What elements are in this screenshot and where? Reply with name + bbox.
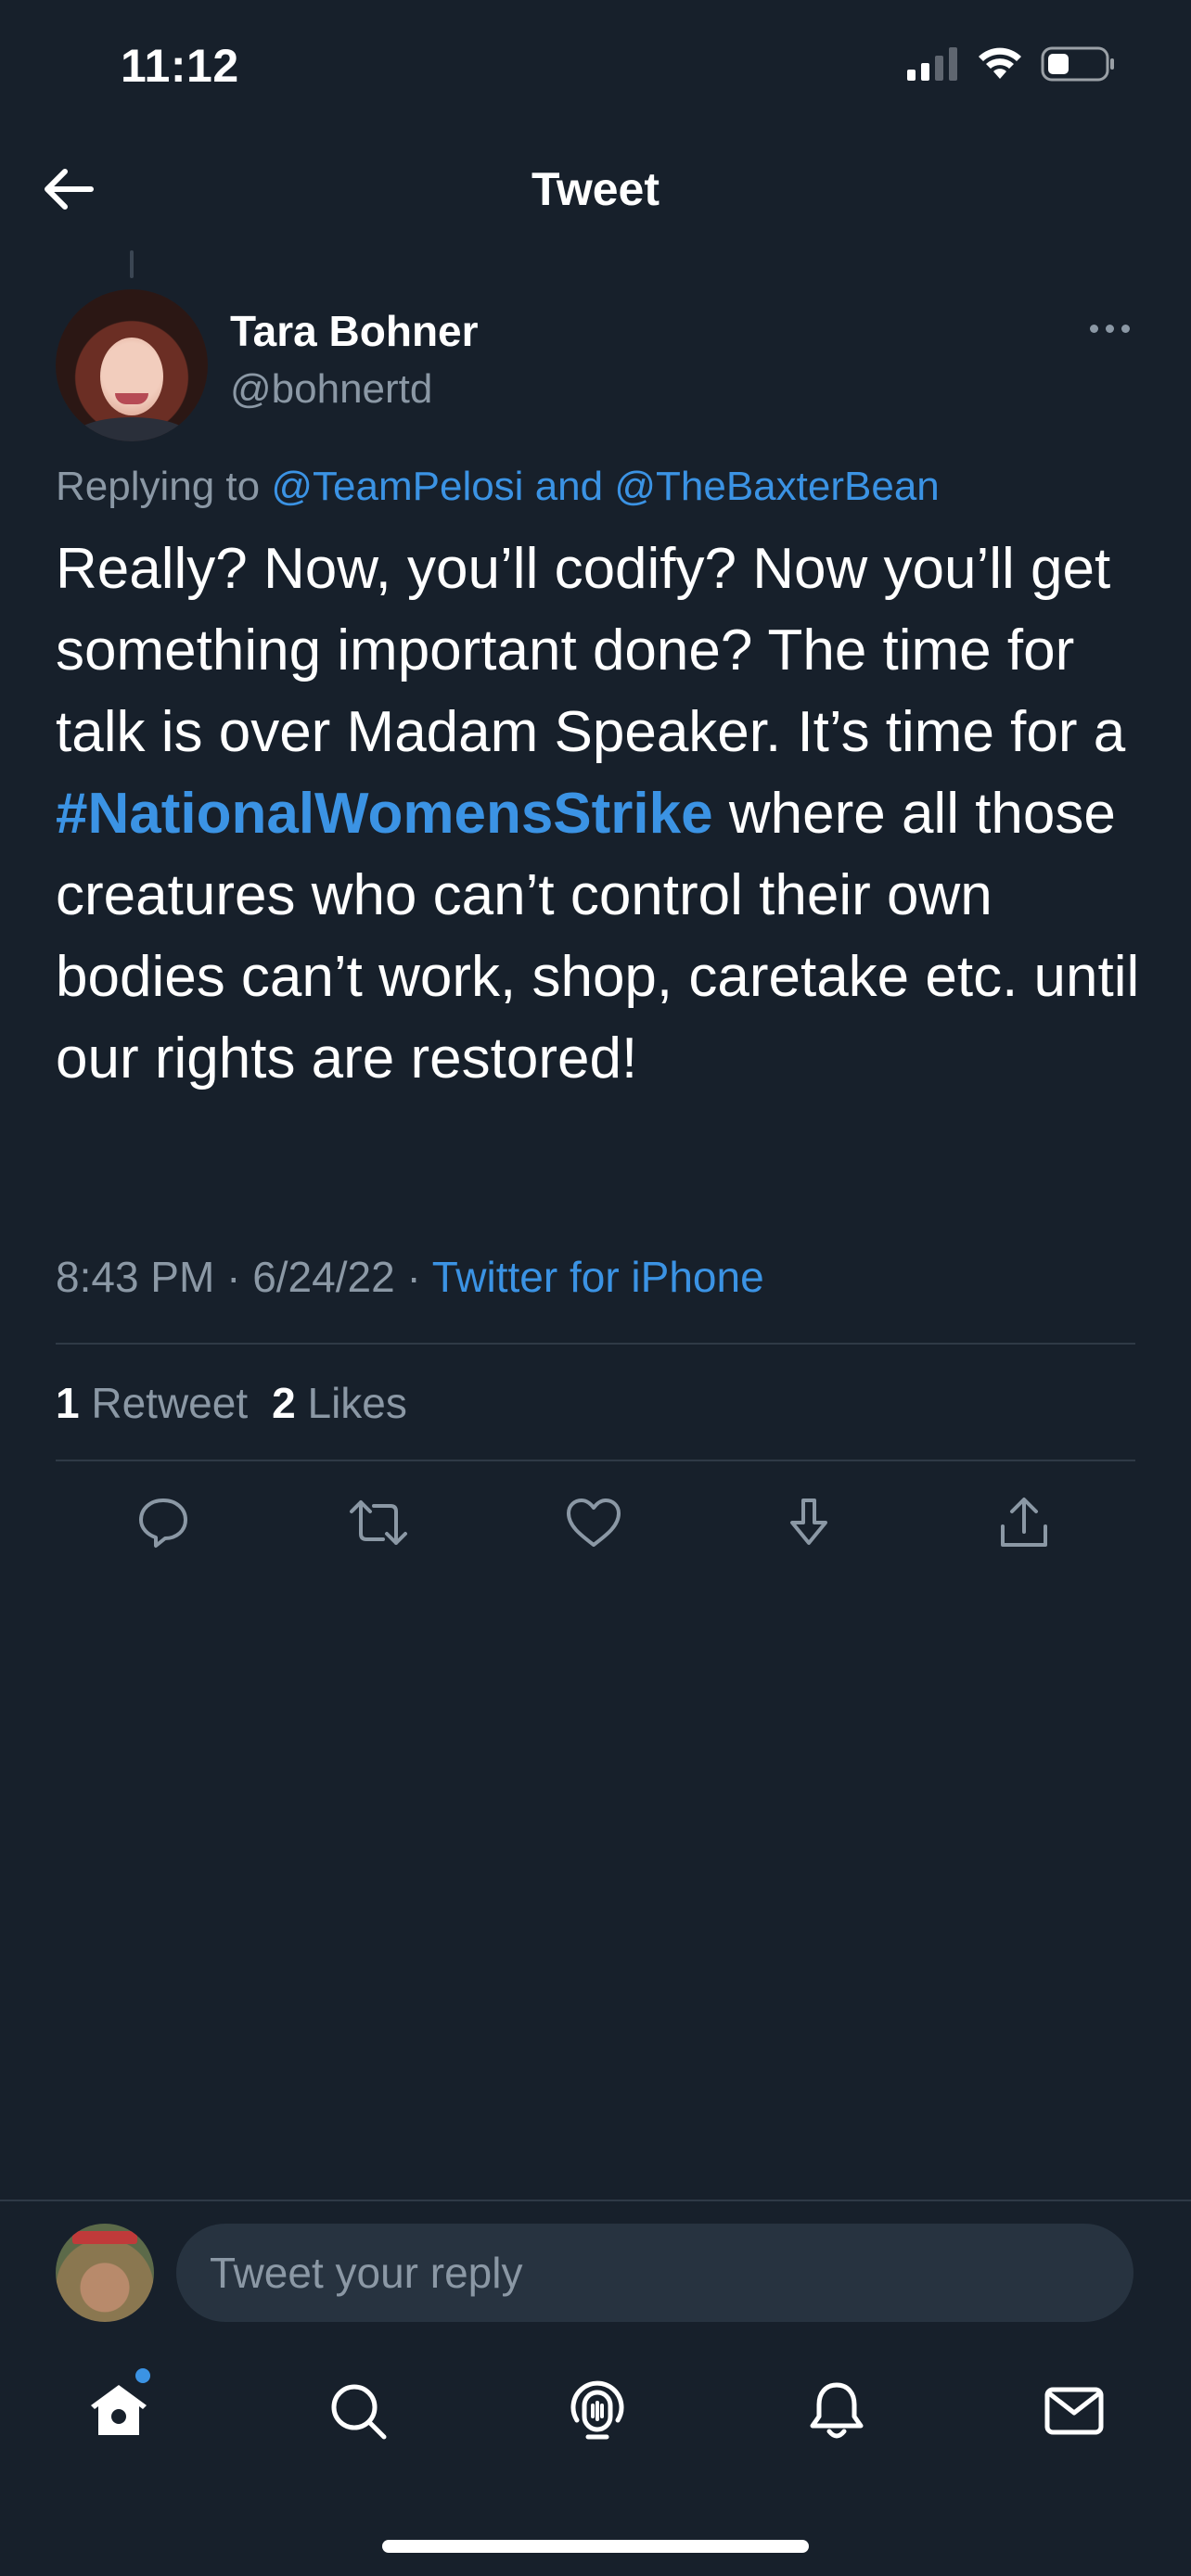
- bookmark-button[interactable]: [772, 1486, 846, 1560]
- retweet-icon: [350, 1500, 407, 1545]
- more-dot-icon: [1090, 325, 1098, 333]
- page-title: Tweet: [531, 163, 660, 215]
- replying-joiner: and: [523, 464, 615, 509]
- tab-search[interactable]: [321, 2374, 395, 2448]
- replying-to-link-teampelosi[interactable]: @TeamPelosi: [271, 464, 523, 509]
- likes-stat[interactable]: 2 Likes: [272, 1379, 407, 1427]
- retweets-label: Retweet: [79, 1379, 249, 1427]
- more-options-button[interactable]: [1090, 325, 1130, 333]
- messages-icon: [1044, 2387, 1104, 2435]
- thread-connector-line: [130, 250, 134, 278]
- notifications-icon: [810, 2382, 864, 2439]
- avatar-banner: [72, 2231, 137, 2244]
- tweet-source-link[interactable]: Twitter for iPhone: [432, 1253, 764, 1301]
- home-indicator: [382, 2540, 809, 2553]
- home-notification-dot: [135, 2368, 150, 2383]
- share-button[interactable]: [987, 1486, 1061, 1560]
- avatar-shirt: [74, 417, 189, 441]
- tweet-meta: 8:43 PM · 6/24/22 · Twitter for iPhone: [56, 1252, 764, 1302]
- hashtag-link[interactable]: #NationalWomensStrike: [56, 782, 713, 846]
- tweet-stats: 1 Retweet 2 Likes: [56, 1378, 407, 1428]
- cellular-signal-icon: [907, 47, 957, 81]
- retweets-stat[interactable]: 1 Retweet: [56, 1379, 248, 1427]
- author-avatar[interactable]: [56, 289, 208, 441]
- more-dot-icon: [1121, 325, 1130, 333]
- like-button[interactable]: [557, 1486, 631, 1560]
- replying-prefix: Replying to: [56, 464, 272, 509]
- status-time: 11:12: [121, 40, 239, 92]
- divider: [56, 1460, 1135, 1461]
- status-icons: [907, 46, 1115, 82]
- reply-button[interactable]: [126, 1486, 200, 1560]
- home-icon: [91, 2385, 147, 2435]
- replying-to-link-thebaxterbean[interactable]: @TheBaxterBean: [614, 464, 939, 509]
- wifi-icon: [979, 47, 1021, 79]
- bookmark-icon: [790, 1498, 827, 1545]
- spaces-icon: [570, 2380, 624, 2440]
- share-icon: [1001, 1498, 1047, 1547]
- tweet-timestamp: 8:43 PM · 6/24/22 ·: [56, 1253, 432, 1301]
- tab-spaces[interactable]: [560, 2374, 634, 2448]
- likes-label: Likes: [295, 1379, 407, 1427]
- tab-home[interactable]: [82, 2374, 156, 2448]
- likes-count: 2: [272, 1379, 296, 1427]
- retweets-count: 1: [56, 1379, 80, 1427]
- tweet-actions: [56, 1486, 1135, 1560]
- author-display-name[interactable]: Tara Bohner: [230, 306, 479, 356]
- like-icon: [567, 1498, 621, 1547]
- tweet-text: Really? Now, you’ll codify? Now you’ll g…: [56, 529, 1141, 1100]
- author-handle[interactable]: @bohnertd: [230, 366, 432, 413]
- replying-to: Replying to @TeamPelosi and @TheBaxterBe…: [56, 464, 940, 510]
- battery-icon: [1041, 46, 1114, 82]
- tweet-text-before: Really? Now, you’ll codify? Now you’ll g…: [56, 537, 1126, 764]
- tab-notifications[interactable]: [800, 2374, 874, 2448]
- tab-messages[interactable]: [1037, 2374, 1111, 2448]
- reply-input[interactable]: [176, 2224, 1133, 2322]
- divider: [56, 1343, 1135, 1345]
- more-dot-icon: [1106, 325, 1114, 333]
- reply-icon: [139, 1498, 187, 1548]
- retweet-button[interactable]: [341, 1486, 416, 1560]
- search-icon: [331, 2384, 387, 2440]
- current-user-avatar[interactable]: [56, 2224, 154, 2322]
- reply-bar-divider: [0, 2200, 1191, 2201]
